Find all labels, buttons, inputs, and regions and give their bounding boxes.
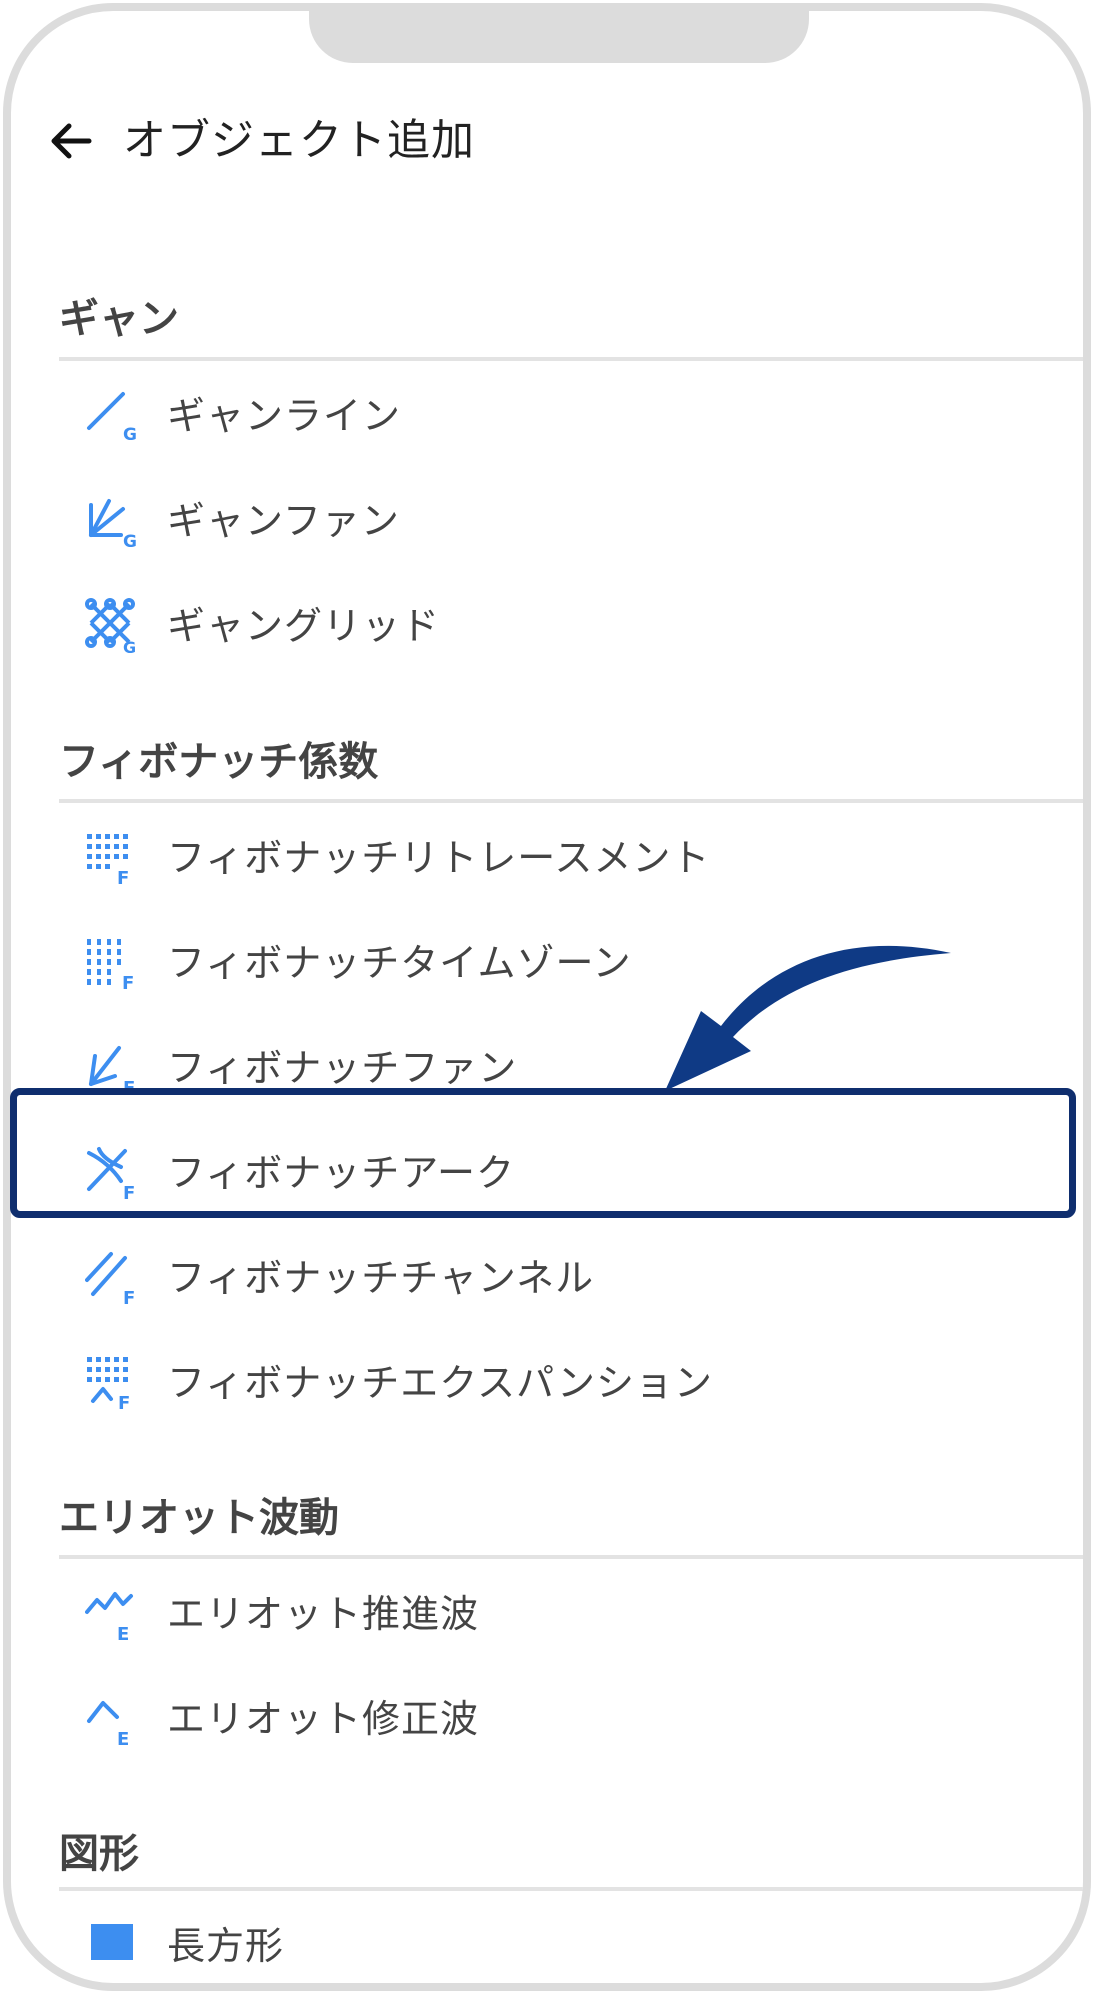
fib-retracement-icon: F [87,834,129,886]
section-title-fibonacci: フィボナッチ係数 [59,739,379,785]
list-item-label: フィボナッチタイムゾーン [167,941,632,985]
list-item-fib-expansion[interactable]: F フィボナッチエクスパンション [59,1335,1083,1431]
list-item-rectangle[interactable]: 長方形 [59,1898,1083,1983]
section-divider [59,1555,1083,1559]
svg-text:G: G [123,425,137,444]
list-item-label: フィボナッチアーク [167,1151,515,1195]
list-item-label: フィボナッチリトレースメント [167,836,711,880]
svg-text:F: F [123,1183,135,1201]
section-title-gann: ギャン [59,296,179,342]
section-divider [59,1887,1083,1891]
fib-timezone-icon: F [87,939,134,991]
fib-arc-icon: F [87,1147,135,1201]
annotation-arrow-icon [665,945,951,1091]
list-item-gann-grid[interactable]: G ギャングリッド [59,578,1083,674]
gann-grid-icon: G [85,598,136,654]
list-item-label: フィボナッチファン [167,1046,518,1090]
fib-expansion-icon: F [87,1357,130,1411]
svg-text:F: F [117,868,129,886]
section-title-elliott: エリオット波動 [59,1495,339,1541]
list-item-gann-line[interactable]: G ギャンライン [59,368,1083,464]
list-item-fib-retracement[interactable]: F フィボナッチリトレースメント [59,810,1083,906]
gann-fan-icon: G [89,499,137,549]
list-item-label: ギャンファン [167,499,400,543]
section-divider [59,357,1083,361]
section-title-shapes: 図形 [59,1831,139,1877]
list-item-label: ギャンライン [167,394,402,438]
list-item-label: フィボナッチエクスパンション [167,1361,714,1405]
svg-text:F: F [123,1078,135,1096]
elliott-impulse-icon: E [85,1592,133,1642]
list-item-elliott-correction[interactable]: E エリオット修正波 [59,1671,1083,1767]
svg-text:E: E [117,1624,129,1642]
list-item-label: ギャングリッド [167,604,441,648]
svg-text:G: G [123,638,136,654]
list-item-gann-fan[interactable]: G ギャンファン [59,473,1083,569]
fib-fan-icon: F [89,1046,135,1096]
elliott-correction-icon: E [87,1701,129,1747]
list-item-label: エリオット修正波 [167,1697,480,1741]
svg-text:F: F [122,973,134,991]
svg-text:G: G [123,532,137,549]
list-item-label: エリオット推進波 [167,1592,480,1636]
svg-text:F: F [123,1288,135,1306]
list-item-fib-channel[interactable]: F フィボナッチチャンネル [59,1230,1083,1326]
fib-channel-icon: F [85,1252,135,1306]
list-item-label: フィボナッチチャンネル [167,1256,595,1300]
section-divider [59,799,1083,803]
svg-text:F: F [118,1393,130,1411]
list-item-elliott-impulse[interactable]: E エリオット推進波 [59,1566,1083,1662]
list-item-label: 長方形 [167,1924,285,1968]
svg-text:E: E [117,1729,129,1747]
list-item-fib-arc[interactable]: F フィボナッチアーク [59,1125,1083,1221]
gann-line-icon: G [87,392,137,444]
rectangle-icon [91,1924,133,1960]
phone-frame: オブジェクト追加 ギャン G ギャンライン G ギャンファン G ギャングリッド… [3,3,1091,1991]
